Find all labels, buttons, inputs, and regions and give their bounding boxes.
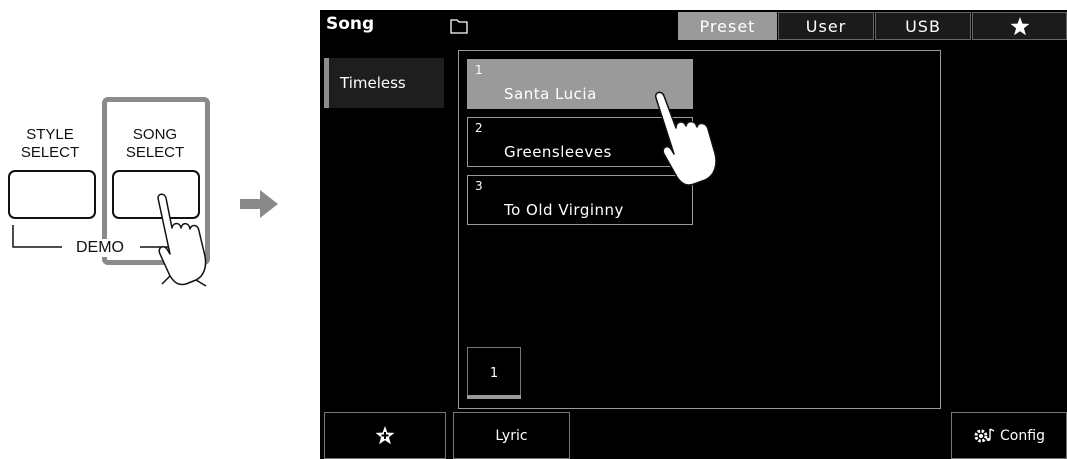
arrow-right-icon bbox=[240, 190, 278, 218]
tab-preset[interactable]: Preset bbox=[678, 12, 777, 40]
demo-label: DEMO bbox=[74, 239, 126, 257]
tab-user[interactable]: User bbox=[778, 12, 874, 40]
song-select-label-line2: SELECT bbox=[125, 144, 185, 161]
page-number: 1 bbox=[489, 366, 499, 381]
star-icon bbox=[1010, 16, 1029, 35]
lyric-label: Lyric bbox=[495, 427, 528, 444]
song-select-label-line1: SONG bbox=[132, 126, 178, 143]
song-number: 3 bbox=[475, 179, 483, 193]
page-button[interactable]: 1 bbox=[467, 347, 521, 399]
tab-favorites[interactable] bbox=[972, 12, 1067, 40]
category-timeless[interactable]: Timeless bbox=[324, 58, 444, 108]
pointing-hand-icon bbox=[654, 91, 717, 186]
tab-usb[interactable]: USB bbox=[875, 12, 971, 40]
style-select-label-line1: STYLE bbox=[26, 126, 74, 143]
category-label: Timeless bbox=[340, 74, 406, 92]
folder-icon[interactable] bbox=[450, 18, 468, 34]
song-name: Santa Lucia bbox=[504, 85, 597, 103]
song-select-label: SONG SELECT bbox=[113, 126, 197, 162]
song-screen: Song Preset User USB Timeless 1 Santa Lu… bbox=[320, 10, 1067, 459]
star-plus-icon bbox=[375, 426, 395, 445]
song-number: 2 bbox=[475, 121, 483, 135]
lyric-button[interactable]: Lyric bbox=[453, 412, 570, 459]
top-bar: Song Preset User USB bbox=[320, 10, 1067, 43]
screen-title: Song bbox=[326, 14, 375, 34]
style-select-label: STYLE SELECT bbox=[10, 126, 90, 162]
song-number: 1 bbox=[475, 63, 483, 77]
style-select-label-line2: SELECT bbox=[20, 144, 80, 161]
config-button[interactable]: Config bbox=[951, 412, 1067, 459]
page-indicator bbox=[467, 395, 521, 399]
add-favorite-button[interactable] bbox=[324, 412, 446, 459]
config-label: Config bbox=[1000, 427, 1045, 444]
style-select-button[interactable] bbox=[8, 170, 96, 219]
song-name: Greensleeves bbox=[504, 143, 612, 161]
pointing-hand-icon bbox=[157, 193, 207, 287]
song-name: To Old Virginny bbox=[504, 201, 624, 219]
gear-note-icon bbox=[974, 427, 995, 442]
